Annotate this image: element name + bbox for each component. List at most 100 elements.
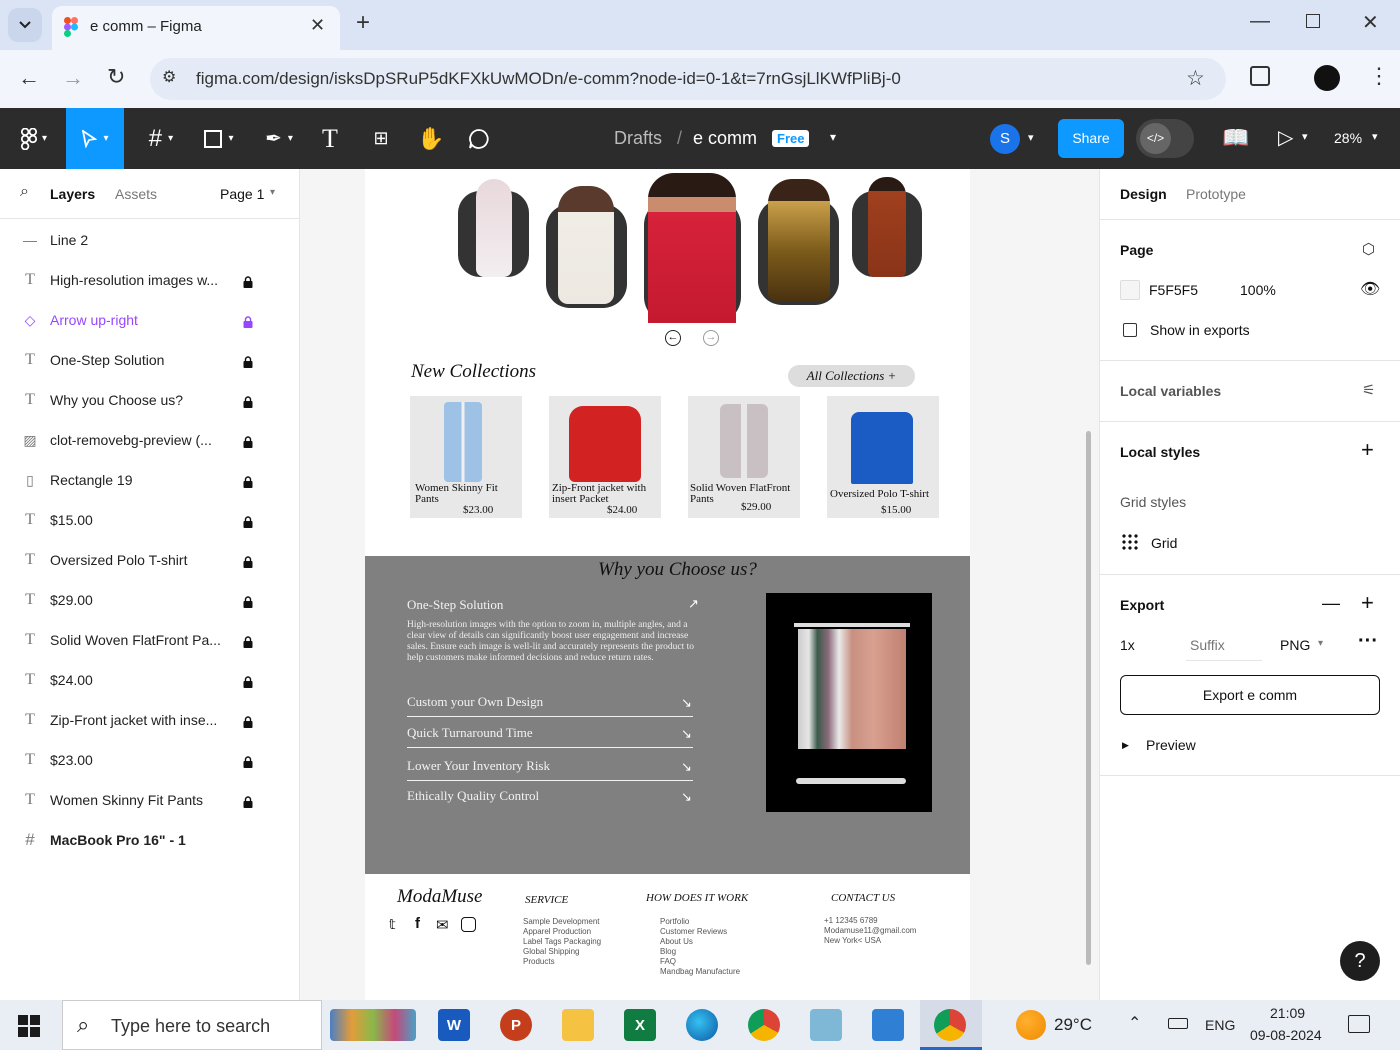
all-collections-button[interactable]: All Collections +: [788, 365, 915, 387]
preview-caret-icon[interactable]: ▶: [1122, 740, 1129, 751]
footer-link[interactable]: Blog: [660, 947, 676, 957]
lock-icon[interactable]: [243, 435, 255, 448]
lock-icon[interactable]: [243, 355, 255, 368]
photos-icon[interactable]: [872, 1009, 904, 1041]
footer-link[interactable]: Apparel Production: [523, 927, 591, 937]
layer-row[interactable]: T $23.00: [0, 740, 300, 780]
lock-icon[interactable]: [243, 795, 255, 808]
battery-icon[interactable]: [1168, 1018, 1188, 1029]
user-avatar[interactable]: S: [990, 124, 1020, 154]
add-export-icon[interactable]: +: [1361, 590, 1374, 616]
layer-row[interactable]: T Women Skinny Fit Pants: [0, 780, 300, 820]
footer-link[interactable]: Sample Development: [523, 917, 599, 927]
facebook-icon[interactable]: f: [415, 915, 420, 932]
visibility-eye-icon[interactable]: 👁: [1360, 279, 1380, 299]
excel-icon[interactable]: X: [624, 1009, 656, 1041]
page-chevron-icon[interactable]: ▾: [270, 187, 275, 198]
lock-icon[interactable]: [243, 475, 255, 488]
browser-tab[interactable]: e comm – Figma ✕: [52, 6, 340, 50]
mail-icon[interactable]: ✉: [436, 916, 449, 934]
lock-icon[interactable]: [243, 675, 255, 688]
footer-link[interactable]: +1 12345 6789: [824, 916, 878, 926]
site-settings-icon[interactable]: ⚙: [162, 67, 176, 87]
hero-card-4[interactable]: [758, 179, 839, 305]
layer-row[interactable]: ▯ Rectangle 19: [0, 460, 300, 500]
page-opacity-value[interactable]: 100%: [1240, 282, 1276, 298]
minimize-icon[interactable]: —: [1250, 10, 1270, 33]
lock-icon[interactable]: [243, 635, 255, 648]
browser-menu-icon[interactable]: ⋮: [1368, 63, 1390, 89]
tab-design[interactable]: Design: [1120, 186, 1167, 202]
layer-row[interactable]: T One-Step Solution: [0, 340, 300, 380]
lock-icon[interactable]: [243, 595, 255, 608]
footer-link[interactable]: Label Tags Packaging: [523, 937, 601, 947]
lock-icon[interactable]: [243, 315, 255, 328]
canvas[interactable]: ← → New Collections All Collections + Wo…: [300, 169, 1099, 1000]
footer-link[interactable]: Customer Reviews: [660, 927, 727, 937]
page-color-value[interactable]: F5F5F5: [1149, 282, 1198, 298]
accordion-item[interactable]: Quick Turnaround Time ↘: [407, 722, 693, 748]
weather-icon[interactable]: [1016, 1010, 1046, 1040]
bookmark-star-icon[interactable]: ☆: [1186, 66, 1205, 91]
footer-link[interactable]: Modamuse11@gmail.com: [824, 926, 916, 936]
back-icon[interactable]: ←: [18, 65, 40, 91]
search-icon[interactable]: ⌕: [20, 183, 29, 201]
layer-row[interactable]: T $29.00: [0, 580, 300, 620]
layer-row[interactable]: T $15.00: [0, 500, 300, 540]
search-highlights-icon[interactable]: [330, 1009, 416, 1041]
export-button[interactable]: Export e comm: [1120, 675, 1380, 715]
product-card[interactable]: Oversized Polo T-shirt $15.00: [827, 396, 939, 518]
lock-icon[interactable]: [243, 275, 255, 288]
page-settings-icon[interactable]: ⬡: [1362, 240, 1375, 258]
lock-icon[interactable]: [243, 395, 255, 408]
preview-label[interactable]: Preview: [1146, 737, 1196, 753]
tab-prototype[interactable]: Prototype: [1186, 186, 1246, 202]
accordion-item[interactable]: Ethically Quality Control ↘: [407, 785, 693, 811]
powerpoint-icon[interactable]: P: [500, 1009, 532, 1041]
close-tab-icon[interactable]: ✕: [310, 15, 325, 36]
export-scale[interactable]: 1x: [1120, 637, 1135, 653]
move-tool[interactable]: ▾: [66, 108, 124, 169]
weather-temp[interactable]: 29°C: [1054, 1015, 1092, 1035]
footer-link[interactable]: Portfolio: [660, 917, 689, 927]
help-button[interactable]: ?: [1340, 941, 1380, 981]
present-chevron-icon[interactable]: ▾: [1302, 130, 1308, 143]
footer-link[interactable]: New York< USA: [824, 936, 881, 946]
multiplayer-chevron-icon[interactable]: ▾: [1028, 131, 1034, 144]
chrome-active-icon[interactable]: [934, 1009, 966, 1041]
layer-row[interactable]: ◇ Arrow up-right: [0, 300, 300, 340]
url-field[interactable]: ⚙ figma.com/design/isksDpSRuP5dKFXkUwMOD…: [150, 58, 1226, 100]
tab-layers[interactable]: Layers: [50, 186, 95, 202]
carousel-next-icon[interactable]: →: [703, 330, 719, 346]
add-style-icon[interactable]: +: [1361, 437, 1374, 463]
grid-style-name[interactable]: Grid: [1151, 535, 1177, 551]
footer-link[interactable]: About Us: [660, 937, 693, 947]
reload-icon[interactable]: ↻: [107, 64, 125, 90]
zoom-chevron-icon[interactable]: ▾: [1372, 130, 1378, 143]
word-icon[interactable]: W: [438, 1009, 470, 1041]
clock-time[interactable]: 21:09: [1270, 1005, 1305, 1021]
taskbar-search-box[interactable]: ⌕ Type here to search: [62, 1000, 322, 1050]
comment-tool[interactable]: [458, 108, 500, 169]
text-tool[interactable]: T: [310, 108, 350, 169]
export-more-icon[interactable]: ···: [1358, 630, 1378, 653]
design-frame[interactable]: ← → New Collections All Collections + Wo…: [365, 169, 970, 1000]
notepad-icon[interactable]: [810, 1009, 842, 1041]
footer-link[interactable]: Products: [523, 957, 555, 967]
product-card[interactable]: Solid Woven FlatFront Pants $29.00: [688, 396, 800, 518]
main-menu-button[interactable]: ▾: [10, 108, 58, 169]
new-tab-icon[interactable]: +: [356, 9, 370, 37]
forward-icon[interactable]: →: [62, 65, 84, 91]
file-explorer-icon[interactable]: [562, 1009, 594, 1041]
remove-export-icon[interactable]: —: [1322, 593, 1340, 614]
footer-link[interactable]: Global Shipping: [523, 947, 579, 957]
tab-list-dropdown[interactable]: [8, 8, 42, 42]
chrome-profile-icon[interactable]: [748, 1009, 780, 1041]
hero-card-3[interactable]: [644, 173, 741, 323]
accordion-item[interactable]: Lower Your Inventory Risk ↘: [407, 755, 693, 781]
layer-row[interactable]: — Line 2: [0, 220, 300, 260]
lock-icon[interactable]: [243, 755, 255, 768]
file-menu-chevron-icon[interactable]: ▾: [830, 130, 836, 144]
tray-chevron-up-icon[interactable]: ⌃: [1128, 1013, 1141, 1033]
pen-tool[interactable]: ✒ ▾: [250, 108, 308, 169]
